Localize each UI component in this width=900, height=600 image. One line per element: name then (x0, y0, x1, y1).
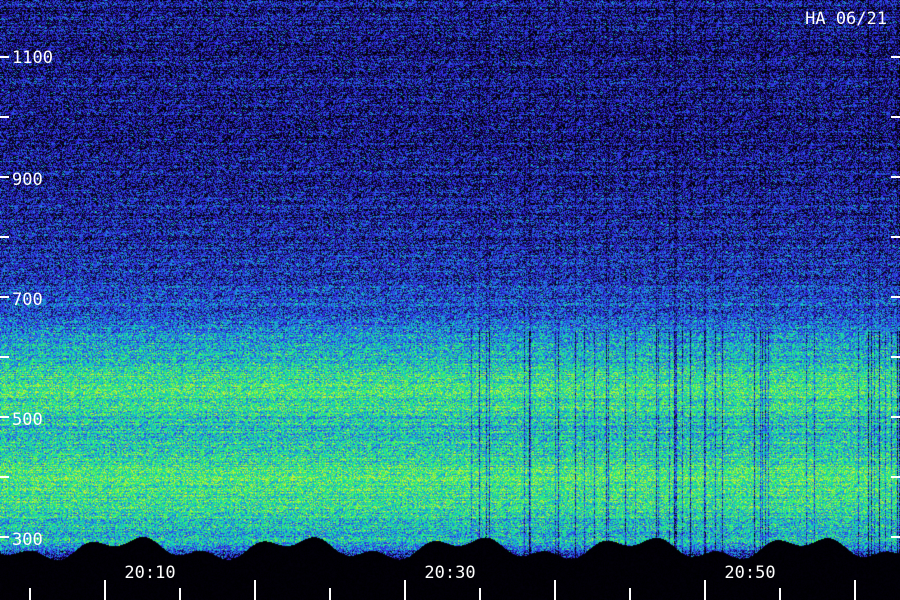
spectrogram-plot: HA 06/21 1100 900 700 500 300 20:10 20:3… (0, 0, 900, 600)
y-tick-label-700: 700 (12, 290, 43, 310)
y-tick-label-1100: 1100 (12, 48, 53, 68)
x-tick-label-2010: 20:10 (124, 563, 175, 583)
y-tick-label-300: 300 (12, 530, 43, 550)
chart-title: HA 06/21 (805, 9, 887, 29)
y-tick-label-500: 500 (12, 410, 43, 430)
x-tick-label-2050: 20:50 (724, 563, 775, 583)
x-tick-label-2030: 20:30 (424, 563, 475, 583)
spectrogram-heatmap (0, 0, 900, 600)
y-tick-label-900: 900 (12, 170, 43, 190)
